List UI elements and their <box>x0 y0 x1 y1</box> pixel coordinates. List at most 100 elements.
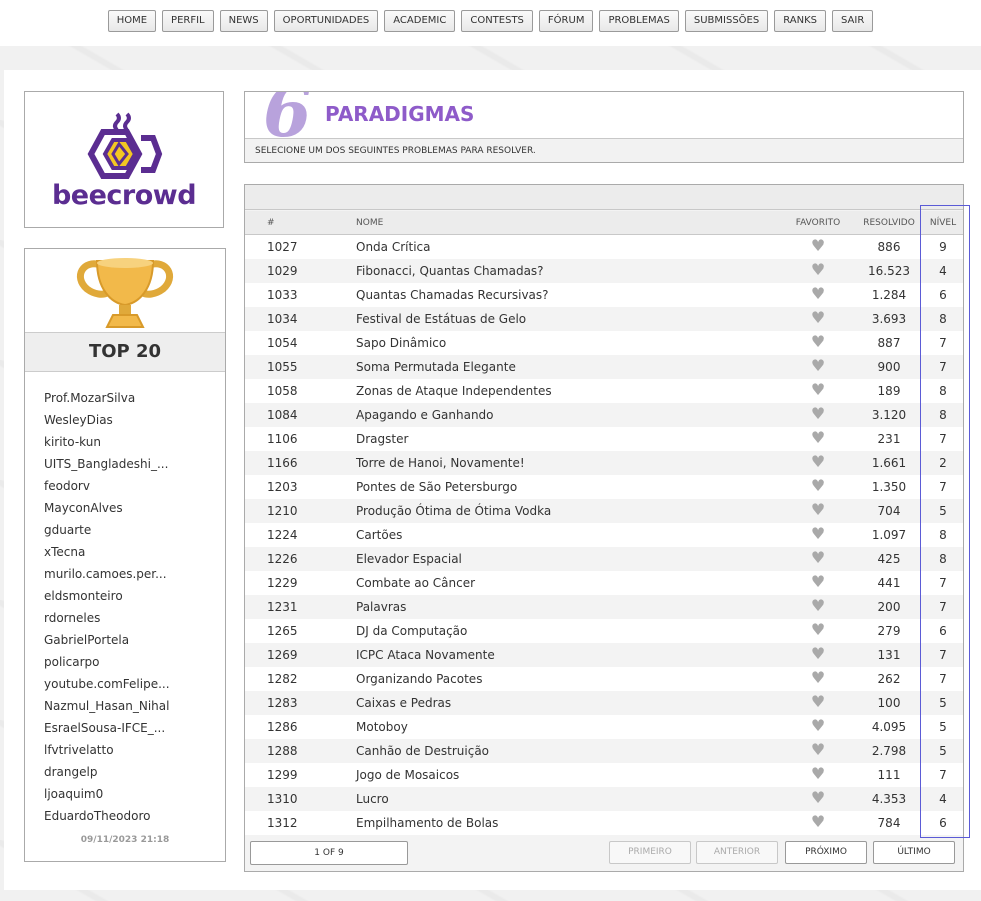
logo-box[interactable]: beecrowd <box>24 91 224 228</box>
problem-name-link[interactable]: Soma Permutada Elegante <box>356 355 776 379</box>
heart-icon[interactable]: ♥ <box>790 811 846 835</box>
column-header-name[interactable]: NOME <box>356 211 776 234</box>
problem-name-link[interactable]: Dragster <box>356 427 776 451</box>
table-row[interactable]: 1203 Pontes de São Petersburgo 1.350 7 ♥ <box>245 475 963 499</box>
heart-icon[interactable]: ♥ <box>790 283 846 307</box>
nav-button-perfil[interactable]: PERFIL <box>162 10 214 32</box>
nav-button-academic[interactable]: ACADEMIC <box>384 10 456 32</box>
problem-name-link[interactable]: Onda Crítica <box>356 235 776 259</box>
problem-id[interactable]: 1288 <box>267 739 327 763</box>
top20-user-link[interactable]: UITS_Bangladeshi_... <box>44 455 214 477</box>
top20-user-link[interactable]: MayconAlves <box>44 499 214 521</box>
column-header-solved[interactable]: RESOLVIDO <box>858 211 920 234</box>
problem-name-link[interactable]: Sapo Dinâmico <box>356 331 776 355</box>
problem-id[interactable]: 1055 <box>267 355 327 379</box>
problem-id[interactable]: 1029 <box>267 259 327 283</box>
heart-icon[interactable]: ♥ <box>790 403 846 427</box>
heart-icon[interactable]: ♥ <box>790 427 846 451</box>
table-row[interactable]: 1288 Canhão de Destruição 2.798 5 ♥ <box>245 739 963 763</box>
table-row[interactable]: 1226 Elevador Espacial 425 8 ♥ <box>245 547 963 571</box>
nav-button-oportunidades[interactable]: OPORTUNIDADES <box>273 10 379 32</box>
heart-icon[interactable]: ♥ <box>790 307 846 331</box>
next-page-button[interactable]: PRÓXIMO <box>785 841 867 864</box>
problem-id[interactable]: 1283 <box>267 691 327 715</box>
problem-id[interactable]: 1166 <box>267 451 327 475</box>
problem-name-link[interactable]: Jogo de Mosaicos <box>356 763 776 787</box>
nav-button-contests[interactable]: CONTESTS <box>461 10 533 32</box>
table-row[interactable]: 1286 Motoboy 4.095 5 ♥ <box>245 715 963 739</box>
problem-name-link[interactable]: Zonas de Ataque Independentes <box>356 379 776 403</box>
problem-id[interactable]: 1054 <box>267 331 327 355</box>
top20-user-link[interactable]: policarpo <box>44 653 214 675</box>
table-row[interactable]: 1106 Dragster 231 7 ♥ <box>245 427 963 451</box>
problem-id[interactable]: 1033 <box>267 283 327 307</box>
problem-id[interactable]: 1265 <box>267 619 327 643</box>
problem-id[interactable]: 1210 <box>267 499 327 523</box>
problem-name-link[interactable]: Elevador Espacial <box>356 547 776 571</box>
top20-user-link[interactable]: EsraelSousa-IFCE_... <box>44 719 214 741</box>
problem-name-link[interactable]: DJ da Computação <box>356 619 776 643</box>
problem-name-link[interactable]: Lucro <box>356 787 776 811</box>
table-row[interactable]: 1034 Festival de Estátuas de Gelo 3.693 8 ♥ <box>245 307 963 331</box>
top20-user-link[interactable]: rdorneles <box>44 609 214 631</box>
problem-id[interactable]: 1299 <box>267 763 327 787</box>
problem-name-link[interactable]: Quantas Chamadas Recursivas? <box>356 283 776 307</box>
problem-id[interactable]: 1229 <box>267 571 327 595</box>
table-row[interactable]: 1058 Zonas de Ataque Independentes 189 8 ♥ <box>245 379 963 403</box>
top20-user-link[interactable]: lfvtrivelatto <box>44 741 214 763</box>
table-row[interactable]: 1210 Produção Ótima de Ótima Vodka 704 5 ♥ <box>245 499 963 523</box>
problem-id[interactable]: 1027 <box>267 235 327 259</box>
table-row[interactable]: 1265 DJ da Computação 279 6 ♥ <box>245 619 963 643</box>
problem-id[interactable]: 1224 <box>267 523 327 547</box>
top20-user-link[interactable]: WesleyDias <box>44 411 214 433</box>
table-row[interactable]: 1231 Palavras 200 7 ♥ <box>245 595 963 619</box>
heart-icon[interactable]: ♥ <box>790 379 846 403</box>
problem-id[interactable]: 1034 <box>267 307 327 331</box>
table-row[interactable]: 1054 Sapo Dinâmico 887 7 ♥ <box>245 331 963 355</box>
heart-icon[interactable]: ♥ <box>790 451 846 475</box>
heart-icon[interactable]: ♥ <box>790 547 846 571</box>
column-header-favorite[interactable]: FAVORITO <box>790 211 846 234</box>
heart-icon[interactable]: ♥ <box>790 763 846 787</box>
top20-user-link[interactable]: ljoaquim0 <box>44 785 214 807</box>
nav-button-news[interactable]: NEWS <box>219 10 268 32</box>
table-row[interactable]: 1029 Fibonacci, Quantas Chamadas? 16.523 4 ♥ <box>245 259 963 283</box>
top20-user-link[interactable]: drangelp <box>44 763 214 785</box>
top20-user-link[interactable]: youtube.comFelipe... <box>44 675 214 697</box>
problem-id[interactable]: 1203 <box>267 475 327 499</box>
table-row[interactable]: 1310 Lucro 4.353 4 ♥ <box>245 787 963 811</box>
heart-icon[interactable]: ♥ <box>790 259 846 283</box>
problem-id[interactable]: 1106 <box>267 427 327 451</box>
problem-name-link[interactable]: Canhão de Destruição <box>356 739 776 763</box>
problem-name-link[interactable]: Caixas e Pedras <box>356 691 776 715</box>
column-header-level[interactable]: NÍVEL <box>923 211 963 234</box>
heart-icon[interactable]: ♥ <box>790 691 846 715</box>
nav-button-submiss-es[interactable]: SUBMISSÕES <box>684 10 769 32</box>
heart-icon[interactable]: ♥ <box>790 331 846 355</box>
table-row[interactable]: 1269 ICPC Ataca Novamente 131 7 ♥ <box>245 643 963 667</box>
table-row[interactable]: 1027 Onda Crítica 886 9 ♥ <box>245 235 963 259</box>
top20-user-link[interactable]: kirito-kun <box>44 433 214 455</box>
top20-user-link[interactable]: Prof.MozarSilva <box>44 389 214 411</box>
top20-user-link[interactable]: EduardoTheodoro <box>44 807 214 829</box>
table-row[interactable]: 1312 Empilhamento de Bolas 784 6 ♥ <box>245 811 963 835</box>
top20-user-link[interactable]: murilo.camoes.per... <box>44 565 214 587</box>
problem-name-link[interactable]: Palavras <box>356 595 776 619</box>
column-header-id[interactable]: # <box>267 211 327 234</box>
last-page-button[interactable]: ÚLTIMO <box>873 841 955 864</box>
heart-icon[interactable]: ♥ <box>790 475 846 499</box>
problem-id[interactable]: 1226 <box>267 547 327 571</box>
problem-name-link[interactable]: Produção Ótima de Ótima Vodka <box>356 499 776 523</box>
heart-icon[interactable]: ♥ <box>790 619 846 643</box>
problem-name-link[interactable]: Organizando Pacotes <box>356 667 776 691</box>
heart-icon[interactable]: ♥ <box>790 523 846 547</box>
nav-button-sair[interactable]: SAIR <box>832 10 874 32</box>
problem-id[interactable]: 1312 <box>267 811 327 835</box>
table-row[interactable]: 1055 Soma Permutada Elegante 900 7 ♥ <box>245 355 963 379</box>
problem-name-link[interactable]: Festival de Estátuas de Gelo <box>356 307 776 331</box>
nav-button-f-rum[interactable]: FÓRUM <box>538 10 594 32</box>
problem-id[interactable]: 1084 <box>267 403 327 427</box>
problem-name-link[interactable]: Pontes de São Petersburgo <box>356 475 776 499</box>
heart-icon[interactable]: ♥ <box>790 667 846 691</box>
problem-name-link[interactable]: Fibonacci, Quantas Chamadas? <box>356 259 776 283</box>
